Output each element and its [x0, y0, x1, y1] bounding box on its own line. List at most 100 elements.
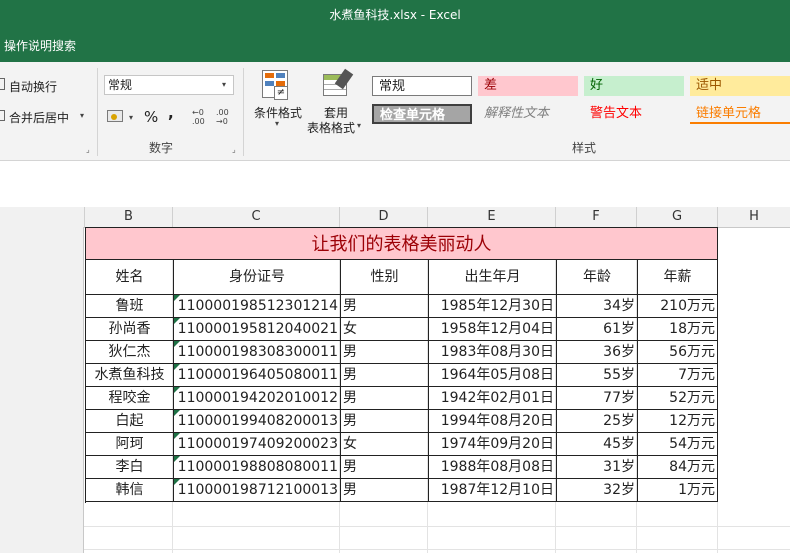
- birth-date-cell[interactable]: 1974年09月20日: [429, 433, 557, 456]
- name-cell[interactable]: 鲁班: [86, 295, 174, 318]
- column-header-e[interactable]: E: [428, 207, 556, 227]
- cell-style-good[interactable]: 好: [584, 76, 684, 96]
- comma-style-button[interactable]: ,: [168, 104, 174, 122]
- id-number-cell[interactable]: 110000198308300011: [174, 341, 341, 364]
- id-number-cell[interactable]: 110000198808080011: [174, 456, 341, 479]
- table-header-cell[interactable]: 年龄: [557, 260, 638, 295]
- column-header-b[interactable]: B: [85, 207, 173, 227]
- column-header-h[interactable]: H: [718, 207, 790, 227]
- age-cell[interactable]: 45岁: [557, 433, 638, 456]
- accounting-format-button[interactable]: [107, 108, 125, 124]
- name-cell[interactable]: 孙尚香: [86, 318, 174, 341]
- cell-style-linked-cell[interactable]: 链接单元格: [690, 104, 790, 124]
- gender-cell[interactable]: 女: [341, 318, 429, 341]
- table-title[interactable]: 让我们的表格美丽动人: [85, 227, 718, 260]
- salary-cell[interactable]: 7万元: [638, 364, 718, 387]
- name-cell[interactable]: 水煮鱼科技: [86, 364, 174, 387]
- tell-me-search[interactable]: 操作说明搜索: [4, 31, 76, 62]
- age-cell[interactable]: 25岁: [557, 410, 638, 433]
- id-number-cell[interactable]: 110000197409200023: [174, 433, 341, 456]
- column-header-d[interactable]: D: [340, 207, 428, 227]
- gender-cell[interactable]: 男: [341, 295, 429, 318]
- column-header-c[interactable]: C: [173, 207, 340, 227]
- gender-cell[interactable]: 男: [341, 387, 429, 410]
- id-number-cell[interactable]: 110000199408200013: [174, 410, 341, 433]
- salary-cell[interactable]: 52万元: [638, 387, 718, 410]
- age-cell[interactable]: 77岁: [557, 387, 638, 410]
- birth-date-cell[interactable]: 1988年08月08日: [429, 456, 557, 479]
- cell-style-explanatory-text[interactable]: 解释性文本: [478, 104, 578, 124]
- id-number-cell[interactable]: 110000198712100013: [174, 479, 341, 502]
- name-cell[interactable]: 韩信: [86, 479, 174, 502]
- age-cell[interactable]: 31岁: [557, 456, 638, 479]
- salary-cell[interactable]: 54万元: [638, 433, 718, 456]
- age-cell[interactable]: 61岁: [557, 318, 638, 341]
- number-as-text-indicator-icon: [174, 295, 180, 301]
- salary-cell[interactable]: 18万元: [638, 318, 718, 341]
- name-cell[interactable]: 阿珂: [86, 433, 174, 456]
- select-all-corner[interactable]: [0, 207, 85, 227]
- birth-date-cell[interactable]: 1985年12月30日: [429, 295, 557, 318]
- number-as-text-indicator-icon: [174, 433, 180, 439]
- age-cell[interactable]: 34岁: [557, 295, 638, 318]
- gender-cell[interactable]: 女: [341, 433, 429, 456]
- birth-date-cell[interactable]: 1994年08月20日: [429, 410, 557, 433]
- column-header-f[interactable]: F: [556, 207, 637, 227]
- age-cell[interactable]: 32岁: [557, 479, 638, 502]
- gender-cell[interactable]: 男: [341, 479, 429, 502]
- table-header-cell[interactable]: 姓名: [86, 260, 174, 295]
- format-as-table-label-2[interactable]: 表格格式: [307, 119, 355, 136]
- salary-cell[interactable]: 84万元: [638, 456, 718, 479]
- salary-cell[interactable]: 1万元: [638, 479, 718, 502]
- birth-date-cell[interactable]: 1942年02月01日: [429, 387, 557, 410]
- number-as-text-indicator-icon: [174, 364, 180, 370]
- column-header-g[interactable]: G: [637, 207, 718, 227]
- age-cell[interactable]: 36岁: [557, 341, 638, 364]
- merge-center-icon: [0, 110, 5, 121]
- name-cell[interactable]: 程咬金: [86, 387, 174, 410]
- gender-cell[interactable]: 男: [341, 456, 429, 479]
- id-number-cell[interactable]: 110000194202010012: [174, 387, 341, 410]
- birth-date-cell[interactable]: 1958年12月04日: [429, 318, 557, 341]
- id-number-cell[interactable]: 110000196405080011: [174, 364, 341, 387]
- cell-style-bad[interactable]: 差: [478, 76, 578, 96]
- number-format-value: 常规: [108, 78, 133, 92]
- name-cell[interactable]: 李白: [86, 456, 174, 479]
- birth-date-cell[interactable]: 1983年08月30日: [429, 341, 557, 364]
- cell-style-normal[interactable]: 常规: [372, 76, 472, 96]
- cell-style-check-cell[interactable]: 检查单元格: [372, 104, 472, 124]
- percent-style-button[interactable]: %: [144, 108, 158, 126]
- birth-date-cell[interactable]: 1987年12月10日: [429, 479, 557, 502]
- row-header-bar[interactable]: [0, 227, 84, 553]
- increase-decimal-button[interactable]: ←0 .00: [192, 108, 212, 126]
- id-number-cell[interactable]: 110000195812040021: [174, 318, 341, 341]
- decrease-decimal-button[interactable]: .00 →0: [216, 108, 236, 126]
- ribbon-tab-bar: [0, 31, 790, 62]
- gender-cell[interactable]: 男: [341, 341, 429, 364]
- gender-cell[interactable]: 男: [341, 364, 429, 387]
- number-group-label: 数字: [149, 141, 174, 155]
- age-cell[interactable]: 55岁: [557, 364, 638, 387]
- table-header-cell[interactable]: 身份证号: [174, 260, 341, 295]
- salary-cell[interactable]: 12万元: [638, 410, 718, 433]
- salary-cell[interactable]: 210万元: [638, 295, 718, 318]
- number-dialog-launcher-icon[interactable]: ⌟: [232, 145, 236, 154]
- number-as-text-indicator-icon: [174, 387, 180, 393]
- name-cell[interactable]: 白起: [86, 410, 174, 433]
- salary-cell[interactable]: 56万元: [638, 341, 718, 364]
- id-number-cell[interactable]: 110000198512301214: [174, 295, 341, 318]
- chevron-down-icon: ▾: [80, 111, 85, 120]
- alignment-dialog-launcher-icon[interactable]: ⌟: [86, 145, 90, 154]
- table-header-cell[interactable]: 出生年月: [429, 260, 557, 295]
- cell-style-neutral[interactable]: 适中: [690, 76, 790, 96]
- name-cell[interactable]: 狄仁杰: [86, 341, 174, 364]
- cell-style-warning-text[interactable]: 警告文本: [584, 104, 684, 124]
- format-as-table-icon[interactable]: [323, 68, 354, 102]
- table-header-cell[interactable]: 性别: [341, 260, 429, 295]
- chevron-down-icon[interactable]: ▾: [129, 113, 133, 122]
- table-header-cell[interactable]: 年薪: [638, 260, 718, 295]
- data-table: 姓名 身份证号 性别 出生年月 年龄 年薪 鲁班 110000198512301214 男 198…: [85, 260, 718, 503]
- gender-cell[interactable]: 男: [341, 410, 429, 433]
- birth-date-cell[interactable]: 1964年05月08日: [429, 364, 557, 387]
- conditional-formatting-icon[interactable]: ≠: [262, 70, 292, 102]
